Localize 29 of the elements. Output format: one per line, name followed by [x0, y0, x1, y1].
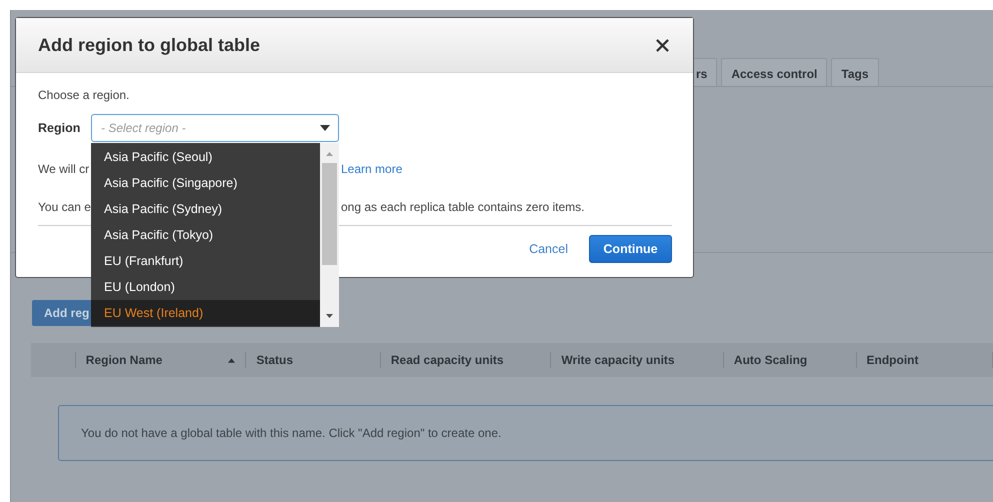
column-header[interactable]: Endpoint [866, 353, 992, 367]
info-text: You can e [38, 200, 91, 214]
info-text: ong as each replica table contains zero items. [341, 200, 584, 214]
learn-more-link[interactable]: Learn more [341, 162, 402, 176]
cancel-link[interactable]: Cancel [529, 242, 568, 256]
caret-icon[interactable] [320, 125, 330, 131]
instruction-text: Choose a region. [38, 88, 130, 102]
dropdown-option[interactable]: EU West (Ireland) [91, 300, 320, 326]
column-header[interactable]: Region Name [86, 353, 228, 367]
column-header[interactable]: Auto Scaling [734, 353, 856, 367]
close-icon[interactable] [656, 38, 669, 52]
dropdown-option[interactable]: EU (London) [91, 274, 320, 300]
dropdown-option[interactable]: Asia Pacific (Sydney) [91, 196, 320, 222]
scrollbar-drawing[interactable] [320, 143, 339, 327]
column-header[interactable]: Status [256, 353, 380, 367]
column-header[interactable]: Read capacity units [390, 353, 550, 367]
dropdown-option[interactable]: Asia Pacific (Tokyo) [91, 222, 320, 248]
dropdown-option[interactable]: Asia Pacific (Seoul) [91, 144, 320, 170]
dropdown-option[interactable]: EU (Frankfurt) [91, 248, 320, 274]
info-text: We will cr [38, 162, 90, 176]
empty-message: You do not have a global table with this name. Click "Add region" to create one. [81, 426, 502, 440]
dialog-title: Add region to global table [38, 34, 260, 56]
continue-button[interactable]: Continue [589, 235, 672, 263]
column-header[interactable]: Write capacity units [561, 353, 723, 367]
region-select[interactable]: - Select region - [91, 114, 339, 142]
tab[interactable]: Tags [831, 58, 879, 86]
tab[interactable]: Access control [721, 58, 828, 86]
field-label: Region [38, 121, 82, 135]
dropdown-option[interactable]: Asia Pacific (Singapore) [91, 170, 320, 196]
